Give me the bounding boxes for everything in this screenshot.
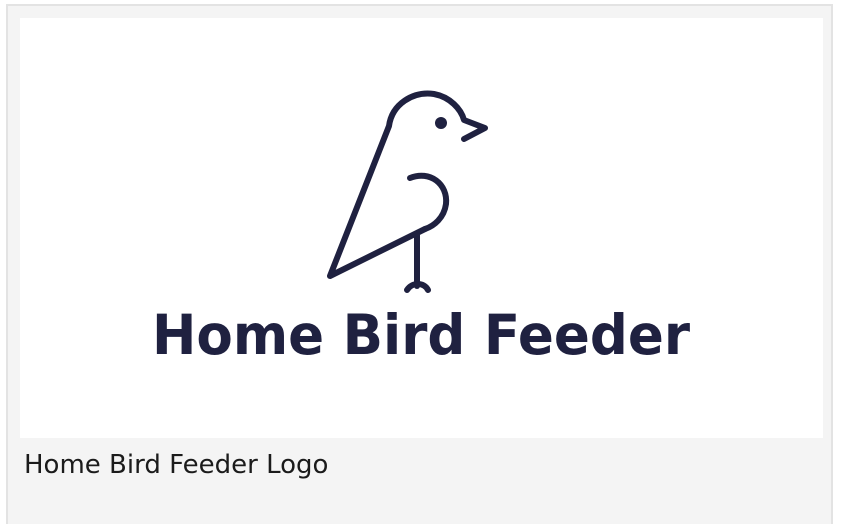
logo-graphic: Home Bird Feeder xyxy=(152,90,690,367)
bird-eye-icon xyxy=(435,117,447,129)
bird-icon xyxy=(327,90,488,293)
image-card: Home Bird Feeder Home Bird Feeder Logo xyxy=(6,4,833,524)
logo-wordmark: Home Bird Feeder xyxy=(152,303,690,367)
logo-image[interactable]: Home Bird Feeder xyxy=(20,18,823,438)
image-caption: Home Bird Feeder Logo xyxy=(24,450,329,480)
